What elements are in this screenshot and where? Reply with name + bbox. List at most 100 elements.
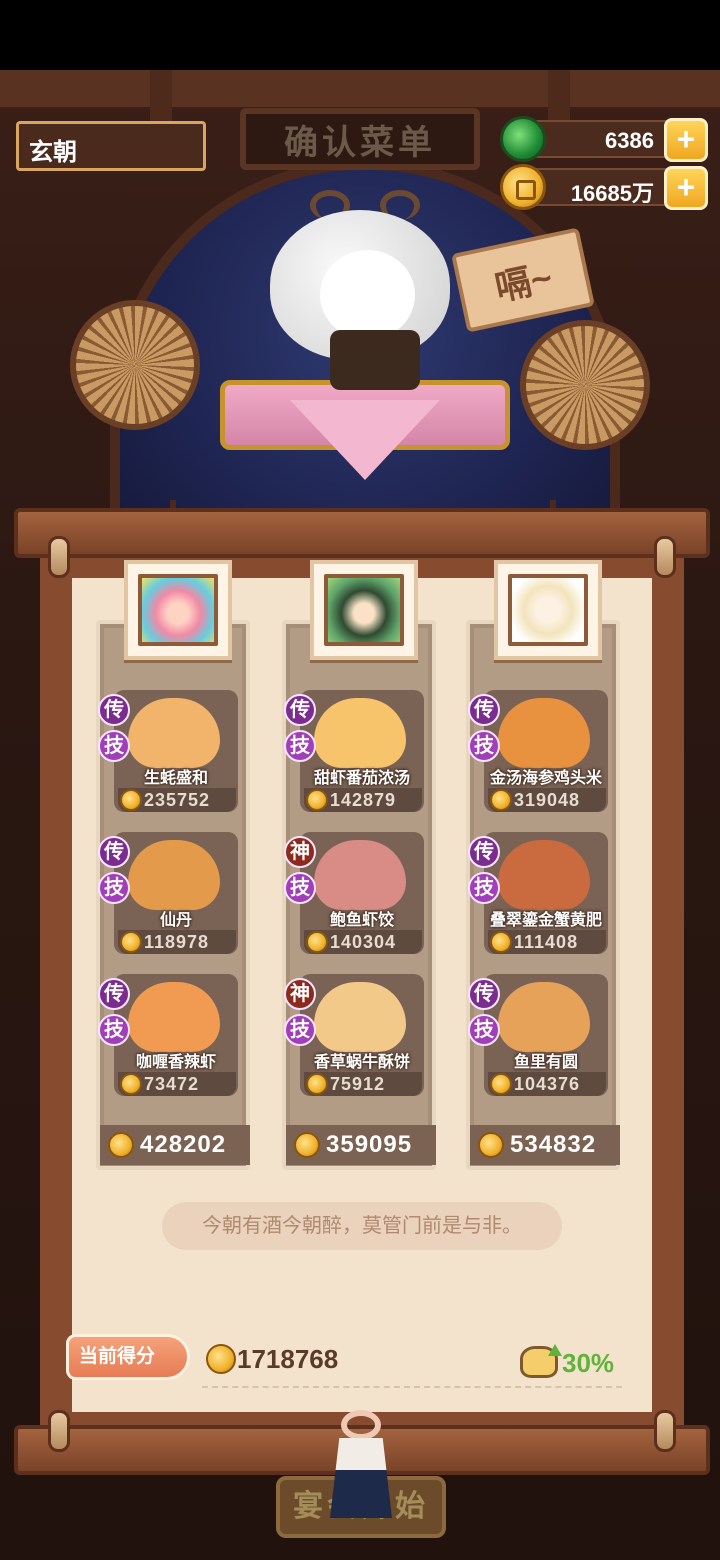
dish-image [128,840,220,910]
coin-icon [478,1132,504,1158]
coin-icon [306,931,328,953]
character-face [320,250,415,340]
coin-counter: 16685万 + [500,164,708,210]
dish-card[interactable]: 咖喱香辣虾 73472 传 技 [98,974,238,1096]
quote-text: 今朝有酒今朝醉，莫管门前是与非。 [162,1202,562,1250]
speech-text: 嗝~ [491,256,556,309]
dish-price: 75912 [330,1074,386,1094]
dish-name: 甜虾番茄浓汤 [313,770,410,787]
dish-card[interactable]: 鲍鱼虾饺 140304 神 技 [284,832,424,954]
folding-fan-right [520,320,650,450]
coin-icon [500,164,546,210]
column-total: 428202 [100,1125,250,1165]
chef-portrait-3[interactable] [494,560,602,660]
rank-badge: 传 [284,694,316,726]
scroll-top-rod [14,508,710,558]
dish-card[interactable]: 叠翠鎏金蟹黄肥 111408 传 技 [468,832,608,954]
dish-card[interactable]: 香草蜗牛酥饼 75912 神 技 [284,974,424,1096]
dish-image [498,698,590,768]
rod-knob [654,536,676,578]
coin-icon [490,789,512,811]
dish-name: 鱼里有圆 [513,1054,578,1071]
status-bar-area [0,0,720,70]
skill-badge: 技 [468,1014,500,1046]
dish-price: 319048 [514,790,581,810]
rank-badge: 传 [98,978,130,1010]
coin-icon [108,1132,134,1158]
skill-badge: 技 [284,872,316,904]
dish-card[interactable]: 仙丹 118978 传 技 [98,832,238,954]
dish-price: 73472 [144,1074,200,1094]
rod-knob [48,1410,70,1452]
rod-knob [48,536,70,578]
column-total-value: 359095 [326,1131,413,1158]
tassel-knot [326,1410,396,1530]
rank-badge: 神 [284,836,316,868]
sign-title: 确认菜单 [284,123,436,162]
column-total: 534832 [470,1125,620,1165]
dish-card[interactable]: 甜虾番茄浓汤 142879 传 技 [284,690,424,812]
skill-badge: 技 [468,872,500,904]
rank-badge: 传 [98,836,130,868]
jade-value: 6386 [605,128,654,153]
rank-badge: 神 [284,978,316,1010]
menu-sign: 确认菜单 [240,108,480,170]
ceiling-beam [0,70,720,110]
jade-counter: 6386 + [500,116,708,162]
jade-icon [500,116,546,162]
dish-price: 118978 [144,932,210,952]
dish-image [314,698,406,768]
coin-icon [294,1132,320,1158]
coin-icon [120,1073,142,1095]
dish-price: 104376 [514,1074,581,1094]
dish-name: 叠翠鎏金蟹黄肥 [489,912,602,929]
skill-badge: 技 [98,872,130,904]
rank-badge: 传 [468,836,500,868]
current-score-label: 当前得分 [66,1334,190,1380]
dish-price: 235752 [144,790,211,810]
coin-icon [490,931,512,953]
player-name-box: 玄朝 [16,121,206,171]
dish-name: 生蚝盛和 [143,770,208,787]
coin-icon [490,1073,512,1095]
add-coin-button[interactable]: + [664,166,708,210]
score-divider [202,1386,622,1388]
dish-price: 142879 [330,790,397,810]
dish-image [128,698,220,768]
skill-badge: 技 [468,730,500,762]
dish-price: 140304 [330,932,397,952]
dish-card[interactable]: 鱼里有圆 104376 传 技 [468,974,608,1096]
dish-card[interactable]: 生蚝盛和 235752 传 技 [98,690,238,812]
arrow-up-icon [548,1344,562,1356]
skill-badge: 技 [284,1014,316,1046]
rank-badge: 传 [98,694,130,726]
coin-icon [206,1344,236,1374]
player-name: 玄朝 [29,139,77,166]
rod-knob [654,1410,676,1452]
add-jade-button[interactable]: + [664,118,708,162]
skill-badge: 技 [284,730,316,762]
dish-image [314,982,406,1052]
dish-image [498,840,590,910]
dish-name: 鲍鱼虾饺 [329,912,394,929]
column-total-value: 534832 [510,1131,597,1158]
dish-name: 金汤海参鸡头米 [489,770,602,787]
dish-name: 仙丹 [159,912,192,929]
guest-character[interactable] [270,190,470,390]
column-total-value: 428202 [140,1131,227,1158]
dish-image [314,840,406,910]
current-score-value: 1718768 [237,1344,339,1374]
chef-portrait-2[interactable] [310,560,418,660]
coin-icon [120,931,142,953]
dish-card[interactable]: 金汤海参鸡头米 319048 传 技 [468,690,608,812]
rank-badge: 传 [468,978,500,1010]
character-body [330,330,420,390]
bonus-percent: 30% [562,1348,615,1378]
coin-value: 16685万 [570,181,654,206]
column-total: 359095 [286,1125,436,1165]
dish-image [498,982,590,1052]
dish-image [128,982,220,1052]
chef-portrait-1[interactable] [124,560,232,660]
rank-badge: 传 [468,694,500,726]
coin-icon [120,789,142,811]
